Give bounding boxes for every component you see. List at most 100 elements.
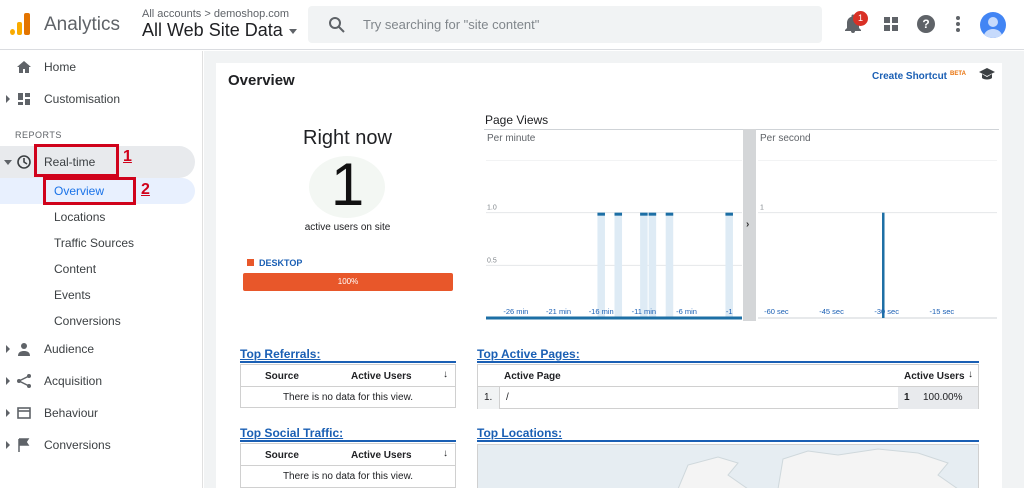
sidebar-subitem-locations[interactable]: Locations bbox=[54, 210, 105, 224]
top-referrals-rule bbox=[240, 361, 456, 363]
table-row[interactable]: 1. / 1 100.00% bbox=[478, 387, 978, 409]
sidebar-item-home[interactable]: Home bbox=[0, 53, 203, 81]
x-tick-label: -15 sec bbox=[930, 307, 955, 316]
x-tick-label: -6 min bbox=[676, 307, 697, 316]
annotation-box-overview bbox=[43, 177, 136, 205]
empty-message: There is no data for this view. bbox=[282, 471, 414, 482]
view-name: All Web Site Data bbox=[142, 20, 283, 40]
empty-message: There is no data for this view. bbox=[282, 392, 414, 403]
bar bbox=[597, 212, 605, 216]
col-source[interactable]: Source bbox=[265, 371, 299, 382]
per-second-label: Per second bbox=[760, 133, 811, 144]
row-page[interactable]: / bbox=[506, 392, 509, 403]
analytics-logo-icon[interactable] bbox=[10, 13, 30, 35]
sidebar-item-label: Home bbox=[44, 60, 77, 74]
row-index: 1. bbox=[484, 392, 493, 403]
per-minute-label: Per minute bbox=[487, 133, 536, 144]
view-selector[interactable]: All Web Site Data bbox=[142, 20, 297, 41]
sidebar-subitem-traffic-sources[interactable]: Traffic Sources bbox=[54, 236, 134, 250]
top-referrals-table: Source Active Users ↓ There is no data f… bbox=[240, 364, 456, 408]
bar-shade bbox=[648, 212, 657, 318]
search-icon bbox=[329, 17, 345, 33]
sidebar-subitem-events[interactable]: Events bbox=[54, 288, 91, 302]
sort-down-arrow-icon[interactable]: ↓ bbox=[443, 369, 448, 380]
sidebar-item-customisation[interactable]: Customisation bbox=[0, 85, 203, 113]
top-pages-rule bbox=[477, 361, 979, 363]
expand-arrow-icon bbox=[6, 345, 10, 353]
expand-arrow-icon bbox=[6, 95, 10, 103]
x-tick-label: -21 min bbox=[546, 307, 571, 316]
top-active-pages-title[interactable]: Top Active Pages: bbox=[477, 347, 580, 361]
notification-badge: 1 bbox=[853, 11, 868, 26]
y-tick-label: 1 bbox=[760, 205, 764, 212]
sidebar-item-acquisition[interactable]: Acquisition bbox=[0, 367, 203, 395]
expand-arrow-icon bbox=[6, 377, 10, 385]
sidebar-subitem-content[interactable]: Content bbox=[54, 262, 96, 276]
y-tick-label: 1.0 bbox=[487, 205, 497, 212]
dashboard-icon bbox=[18, 93, 30, 105]
bar bbox=[725, 212, 733, 216]
search-bar[interactable]: Try searching for "site content" bbox=[308, 6, 822, 43]
sidebar-item-label: Acquisition bbox=[44, 374, 103, 388]
top-locations-rule bbox=[477, 440, 979, 442]
chart-divider[interactable]: › bbox=[743, 129, 756, 321]
person-icon bbox=[18, 343, 30, 356]
table-header: Source Active Users ↓ bbox=[241, 365, 455, 387]
sidebar-subitem-conversions[interactable]: Conversions bbox=[54, 314, 121, 328]
sidebar-item-label: Audience bbox=[44, 342, 95, 356]
app-name: Analytics bbox=[44, 14, 121, 35]
apps-grid-icon[interactable] bbox=[880, 13, 902, 35]
col-active-page[interactable]: Active Page bbox=[504, 371, 561, 382]
avatar[interactable] bbox=[980, 12, 1006, 38]
bar-shade bbox=[725, 212, 733, 318]
page-views-chart-svg: 0.51.01.5-26 min-21 min-16 min-11 min-6 … bbox=[486, 160, 997, 320]
create-shortcut-link[interactable]: Create Shortcut BETA bbox=[872, 71, 966, 82]
device-share-bar: 100% bbox=[243, 273, 453, 291]
help-icon[interactable]: ? bbox=[915, 13, 937, 35]
bar bbox=[640, 212, 648, 216]
top-referrals-title[interactable]: Top Referrals: bbox=[240, 347, 320, 361]
top-social-title[interactable]: Top Social Traffic: bbox=[240, 426, 343, 440]
col-active-users[interactable]: Active Users bbox=[351, 450, 412, 461]
sidebar-item-audience[interactable]: Audience bbox=[0, 335, 203, 363]
sidebar-item-behaviour[interactable]: Behaviour bbox=[0, 399, 203, 427]
col-active-users[interactable]: Active Users bbox=[351, 371, 412, 382]
col-active-users[interactable]: Active Users bbox=[904, 371, 965, 382]
beta-badge: BETA bbox=[950, 71, 966, 77]
x-tick-label: -60 sec bbox=[764, 307, 789, 316]
bar bbox=[614, 212, 623, 216]
annotation-box-realtime bbox=[34, 144, 119, 177]
x-tick-label: -30 sec bbox=[874, 307, 899, 316]
sidebar-item-conversions[interactable]: Conversions bbox=[0, 431, 203, 459]
page-views-title: Page Views bbox=[485, 113, 549, 127]
sidebar-item-label: Customisation bbox=[44, 92, 121, 106]
bar bbox=[665, 212, 674, 216]
annotation-marker-1: 1 bbox=[123, 148, 132, 165]
sort-down-arrow-icon[interactable]: ↓ bbox=[968, 369, 973, 380]
x-tick-label: -11 min bbox=[632, 307, 656, 316]
map-landmass-icon bbox=[677, 448, 958, 488]
sidebar-item-label: Conversions bbox=[44, 438, 111, 452]
collapse-arrow-icon bbox=[4, 160, 12, 165]
account-breadcrumb[interactable]: All accounts > demoshop.com bbox=[142, 8, 289, 20]
top-pages-table: Active Page Active Users ↓ 1. / 1 100.00… bbox=[477, 364, 979, 409]
col-source[interactable]: Source bbox=[265, 450, 299, 461]
sidebar-item-label: Behaviour bbox=[44, 406, 99, 420]
more-vert-icon[interactable] bbox=[947, 13, 969, 35]
caret-down-icon bbox=[288, 28, 297, 34]
world-map[interactable] bbox=[477, 444, 979, 488]
bar-shade bbox=[665, 212, 674, 318]
graduation-cap-icon[interactable] bbox=[978, 67, 996, 81]
expand-arrow-icon bbox=[6, 409, 10, 417]
acquisition-icon bbox=[17, 374, 31, 388]
sort-down-arrow-icon[interactable]: ↓ bbox=[443, 448, 448, 459]
x-tick-label: -16 min bbox=[589, 307, 614, 316]
user-avatar-icon bbox=[983, 17, 1003, 38]
top-locations-title[interactable]: Top Locations: bbox=[477, 426, 562, 440]
top-social-rule bbox=[240, 440, 456, 442]
x-tick-label: -1 bbox=[726, 307, 733, 316]
row-percent: 100.00% bbox=[923, 392, 963, 403]
table-header: Active Page Active Users ↓ bbox=[478, 365, 978, 387]
search-placeholder: Try searching for "site content" bbox=[363, 17, 540, 32]
row-users: 1 bbox=[904, 392, 910, 403]
